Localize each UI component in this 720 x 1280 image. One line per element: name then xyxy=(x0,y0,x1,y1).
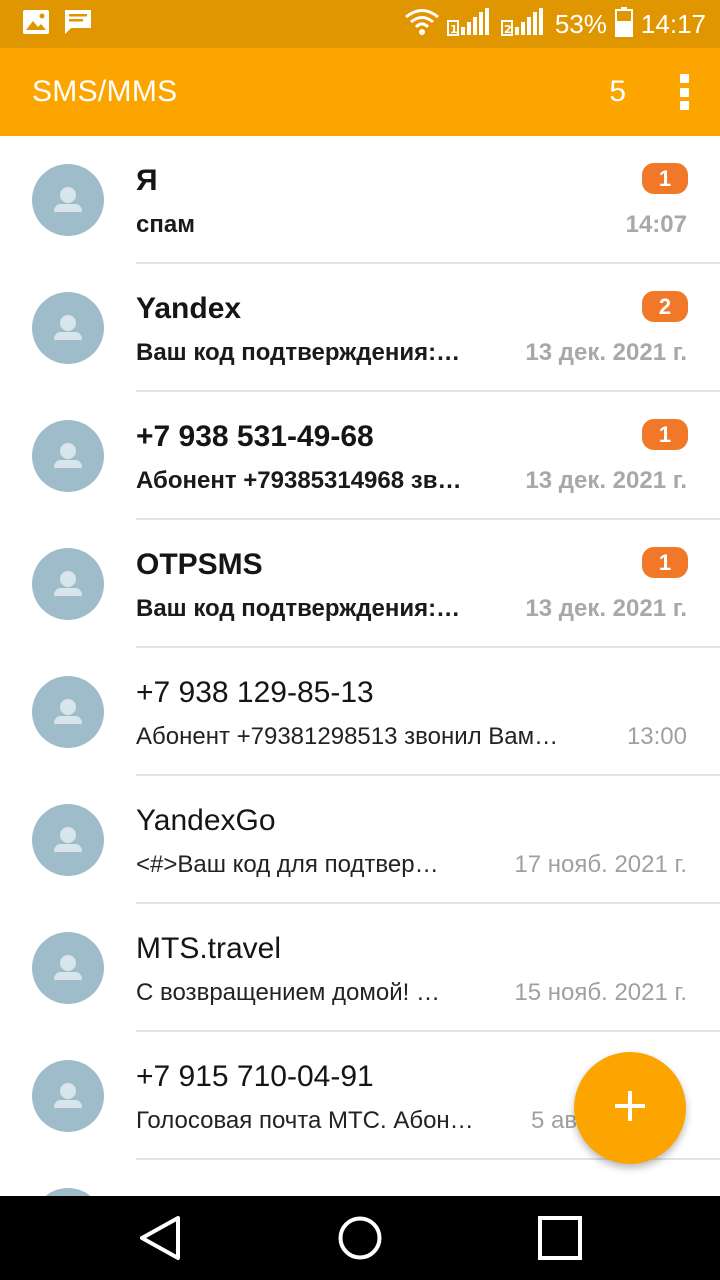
message-time: 13:00 xyxy=(626,723,687,750)
unread-badge: 1 xyxy=(642,419,688,450)
contact-name: YandexGo xyxy=(136,804,276,837)
contact-avatar-icon xyxy=(32,1060,104,1132)
plus-icon xyxy=(613,1089,647,1128)
overflow-menu-icon[interactable] xyxy=(670,68,698,116)
wifi-icon xyxy=(404,8,439,41)
contact-name: MTS.travel xyxy=(136,932,282,965)
message-preview: Ваш код подтверждения:… xyxy=(136,339,461,366)
message-preview: Ваш код подтверждения:… xyxy=(136,595,461,622)
conversation-row[interactable]: YandexGo <#>Ваш код для подтвер… 17 нояб… xyxy=(0,776,720,904)
message-time: 5 ав xyxy=(531,1107,578,1134)
message-time: 15 нояб. 2021 г. xyxy=(514,979,687,1006)
recents-icon[interactable] xyxy=(520,1208,600,1268)
contact-name: +7 938 129-85-13 xyxy=(136,676,374,709)
conversation-row-partial[interactable] xyxy=(0,1160,720,1196)
contact-avatar-icon xyxy=(32,932,104,1004)
contact-name: Я xyxy=(136,164,158,197)
contact-name: +7 938 531-49-68 xyxy=(136,420,374,453)
battery-icon xyxy=(614,6,633,42)
unread-badge: 1 xyxy=(642,547,688,578)
message-preview: спам xyxy=(136,211,195,238)
conversation-list[interactable]: Я спам 14:07 1 Yandex Ваш код подтвержде… xyxy=(0,136,720,1196)
battery-percent: 53% xyxy=(554,8,607,39)
app-title: SMS/MMS xyxy=(32,75,178,108)
clock: 14:17 xyxy=(640,8,706,39)
conversation-row[interactable]: MTS.travel С возвращением домой! … 15 но… xyxy=(0,904,720,1032)
navigation-bar xyxy=(0,1196,720,1280)
unread-badge: 1 xyxy=(642,163,688,194)
conversation-row[interactable]: +7 938 129-85-13 Абонент +79381298513 зв… xyxy=(0,648,720,776)
contact-name: Yandex xyxy=(136,292,242,325)
conversation-row[interactable]: Yandex Ваш код подтверждения:… 13 дек. 2… xyxy=(0,264,720,392)
message-time: 13 дек. 2021 г. xyxy=(525,595,687,622)
sim2-signal-icon: 2 xyxy=(500,7,547,42)
gallery-icon xyxy=(22,9,50,40)
contact-name: +7 915 710-04-91 xyxy=(136,1060,374,1093)
sim1-signal-icon: 1 xyxy=(446,7,493,42)
status-bar: 1 2 53% 14:17 xyxy=(0,0,720,48)
contact-avatar-icon xyxy=(32,420,104,492)
contact-avatar-icon xyxy=(32,804,104,876)
unread-count[interactable]: 5 xyxy=(609,75,626,109)
message-preview: <#>Ваш код для подтвер… xyxy=(136,851,439,878)
new-message-button[interactable] xyxy=(574,1052,686,1164)
contact-avatar-icon xyxy=(32,164,104,236)
message-time: 13 дек. 2021 г. xyxy=(525,467,687,494)
unread-badge: 2 xyxy=(642,291,688,322)
contact-avatar-icon xyxy=(32,548,104,620)
conversation-row[interactable]: +7 938 531-49-68 Абонент +79385314968 зв… xyxy=(0,392,720,520)
contact-avatar-icon xyxy=(32,676,104,748)
message-time: 17 нояб. 2021 г. xyxy=(514,851,687,878)
svg-text:1: 1 xyxy=(450,23,458,36)
home-icon[interactable] xyxy=(320,1208,400,1268)
message-preview: Абонент +79381298513 звонил Вам… xyxy=(136,723,559,750)
message-time: 13 дек. 2021 г. xyxy=(525,339,687,366)
conversation-row[interactable]: Я спам 14:07 1 xyxy=(0,136,720,264)
svg-text:2: 2 xyxy=(504,23,512,36)
contact-avatar-icon xyxy=(32,1188,104,1196)
message-preview: Голосовая почта МТС. Абон… xyxy=(136,1107,474,1134)
back-icon[interactable] xyxy=(120,1208,200,1268)
contact-avatar-icon xyxy=(32,292,104,364)
message-preview: С возвращением домой! … xyxy=(136,979,440,1006)
contact-name: OTPSMS xyxy=(136,548,263,581)
message-time: 14:07 xyxy=(625,211,687,238)
app-bar: SMS/MMS 5 xyxy=(0,48,720,136)
conversation-row[interactable]: OTPSMS Ваш код подтверждения:… 13 дек. 2… xyxy=(0,520,720,648)
message-preview: Абонент +79385314968 зв… xyxy=(136,467,462,494)
message-icon xyxy=(64,9,92,40)
